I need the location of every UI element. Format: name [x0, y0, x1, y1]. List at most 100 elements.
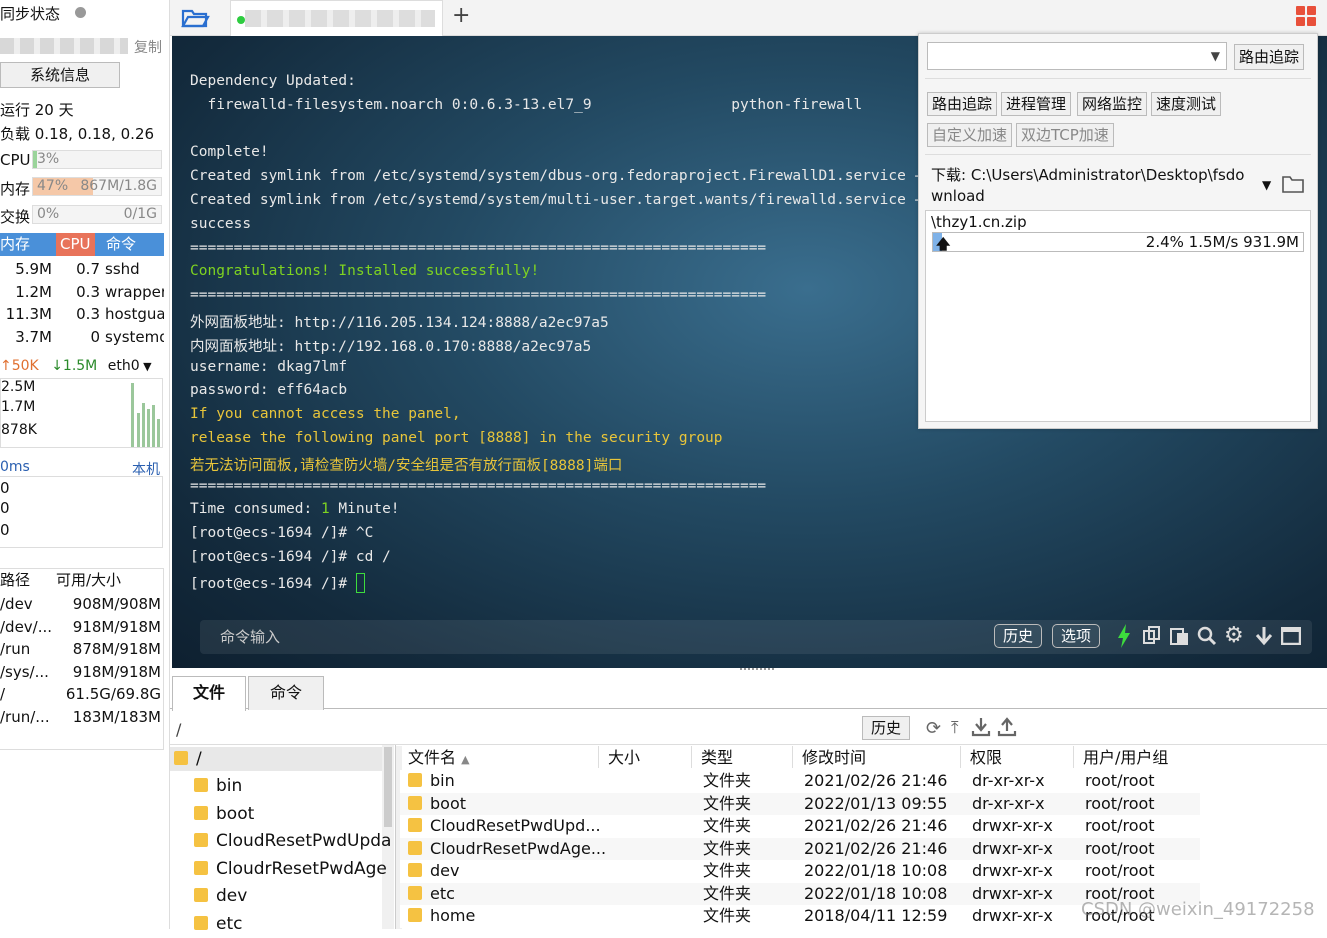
- tree-item[interactable]: etc: [194, 911, 242, 938]
- layout-grid-icon[interactable]: [1296, 6, 1316, 26]
- refresh-icon[interactable]: ⟳: [926, 718, 941, 739]
- tool-network-monitor-button[interactable]: 网络监控: [1077, 92, 1148, 116]
- download-icon[interactable]: [971, 717, 991, 737]
- copy-icon[interactable]: [1142, 626, 1162, 646]
- divider: [170, 708, 1327, 709]
- process-row[interactable]: 1.2M 0.3 wrapper: [0, 281, 164, 303]
- route-trace-go-button[interactable]: 路由追踪: [1234, 44, 1305, 70]
- disk-row[interactable]: / 61.5G/69.8G: [0, 683, 164, 705]
- col-permission[interactable]: 权限: [970, 746, 1002, 770]
- process-row[interactable]: 5.9M 0.7 sshd: [0, 258, 164, 280]
- net-down-value: 1.5M: [62, 358, 98, 374]
- terminal-options-button[interactable]: 选项: [1052, 624, 1101, 648]
- terminal-history-button[interactable]: 历史: [994, 624, 1043, 648]
- disk-size: 908M/908M: [72, 595, 161, 613]
- tool-speed-test-button[interactable]: 速度测试: [1151, 92, 1222, 116]
- copy-link[interactable]: 复制: [134, 37, 162, 57]
- up-dir-icon[interactable]: ⤒: [951, 718, 959, 738]
- file-name: etc: [430, 883, 455, 903]
- trace-target-select[interactable]: ▼: [927, 42, 1227, 70]
- process-cpu: 0.3: [76, 282, 100, 301]
- command-input[interactable]: 命令输入: [220, 626, 280, 647]
- file-row[interactable]: dev 文件夹 2022/01/18 10:08 drwxr-xr-x root/roo…: [400, 860, 1200, 883]
- tab-commands[interactable]: 命令: [248, 676, 324, 710]
- maximize-icon[interactable]: [1280, 626, 1302, 646]
- proc-col-cpu[interactable]: CPU: [56, 233, 95, 256]
- search-icon[interactable]: [1197, 626, 1217, 646]
- file-name-cell: etc: [408, 883, 455, 906]
- terminal-line: [root@ecs-1694 /]#: [190, 572, 365, 593]
- tree-item[interactable]: dev: [194, 883, 247, 910]
- disk-row[interactable]: /run/... 183M/183M: [0, 706, 164, 728]
- folder-icon: [408, 795, 422, 810]
- gear-icon[interactable]: ⚙: [1224, 625, 1246, 647]
- tree-scrollbar-thumb[interactable]: [384, 747, 392, 827]
- col-owner[interactable]: 用户/用户组: [1083, 746, 1168, 770]
- terminal-line: 外网面板地址: http://116.205.134.124:8888/a2ec…: [190, 315, 609, 331]
- tree-root-item[interactable]: /: [170, 747, 382, 771]
- system-info-button[interactable]: 系统信息: [0, 62, 120, 88]
- file-row[interactable]: etc 文件夹 2022/01/18 10:08 drwxr-xr-x root/roo…: [400, 882, 1200, 906]
- process-cmd: hostgua: [105, 305, 164, 323]
- process-row[interactable]: 11.3M 0.3 hostgua: [0, 303, 164, 325]
- disk-size: 878M/918M: [72, 640, 161, 658]
- mem-meter: 47% 867M/1.8G: [32, 177, 162, 196]
- download-arrow-icon[interactable]: [1254, 626, 1274, 646]
- add-tab-button[interactable]: +: [452, 3, 470, 28]
- disk-col-size[interactable]: 可用/大小: [56, 569, 121, 591]
- file-row[interactable]: CloudrResetPwdAge... 文件夹 2021/02/26 21:46 d…: [400, 837, 1200, 860]
- lightning-icon[interactable]: [1116, 624, 1132, 648]
- col-filename[interactable]: 文件名 ▲: [408, 746, 470, 770]
- upload-icon[interactable]: [997, 717, 1017, 737]
- col-modified[interactable]: 修改时间: [802, 746, 866, 770]
- path-input[interactable]: /: [176, 720, 181, 739]
- disk-row[interactable]: /sys/... 918M/918M: [0, 661, 164, 683]
- tree-item[interactable]: CloudResetPwdUpda: [194, 828, 391, 855]
- disk-row[interactable]: /run 878M/918M: [0, 638, 164, 660]
- custom-accel-button[interactable]: 自定义加速: [927, 123, 1013, 147]
- file-row[interactable]: CloudResetPwdUpd... 文件夹 2021/02/26 21:46 dr…: [400, 815, 1200, 838]
- disk-path: /run: [0, 640, 31, 658]
- tool-route-trace-button[interactable]: 路由追踪: [927, 92, 998, 116]
- file-row[interactable]: bin 文件夹 2021/02/26 21:46 dr-xr-xr-x root/roo…: [400, 770, 1200, 793]
- tree-item[interactable]: CloudrResetPwdAge: [194, 856, 387, 883]
- tree-item[interactable]: boot: [194, 801, 254, 828]
- chevron-down-icon[interactable]: ▼: [1262, 178, 1271, 192]
- process-row[interactable]: 3.7M 0 systemd: [0, 326, 164, 348]
- proc-col-cmd[interactable]: 命令: [106, 233, 136, 256]
- col-divider: [792, 746, 793, 768]
- folder-icon[interactable]: [1282, 175, 1304, 193]
- net-iface-select[interactable]: eth0: [108, 358, 140, 374]
- terminal-line: success: [190, 215, 252, 232]
- file-owner: root/root: [1085, 838, 1155, 858]
- chevron-down-icon[interactable]: ▼: [140, 360, 151, 373]
- chevron-down-icon[interactable]: ▼: [1211, 49, 1220, 63]
- tool-process-manager-button[interactable]: 进程管理: [1001, 92, 1072, 116]
- tab-files[interactable]: 文件: [172, 676, 246, 711]
- folder-icon: [408, 885, 422, 900]
- path-history-button[interactable]: 历史: [862, 716, 911, 740]
- disk-path: /dev: [0, 595, 33, 613]
- swap-value: 0%: [37, 206, 60, 222]
- tcp-accel-button[interactable]: 双边TCP加速: [1016, 123, 1114, 147]
- col-type[interactable]: 类型: [701, 746, 733, 770]
- terminal-line: 若无法访问面板,请检查防火墙/安全组是否有放行面板[8888]端口: [190, 457, 623, 474]
- file-type: 文件夹: [703, 906, 752, 925]
- col-size[interactable]: 大小: [608, 746, 640, 770]
- file-row[interactable]: home 文件夹 2018/04/11 12:59 drwxr-xr-x root/ro…: [400, 905, 1200, 928]
- disk-path: /: [0, 685, 6, 703]
- disk-col-path[interactable]: 路径: [0, 569, 30, 591]
- file-row[interactable]: boot 文件夹 2022/01/13 09:55 dr-xr-xr-x root/ro…: [400, 792, 1200, 816]
- cpu-label: CPU: [0, 151, 31, 169]
- disk-row[interactable]: /dev 908M/908M: [0, 593, 164, 615]
- file-mtime: 2022/01/18 10:08: [804, 861, 948, 880]
- tree-item-label: etc: [216, 913, 243, 934]
- disk-row[interactable]: /dev/... 918M/918M: [0, 616, 164, 638]
- tree-item[interactable]: bin: [194, 773, 242, 800]
- file-name-cell: boot: [408, 793, 466, 816]
- session-tab-active[interactable]: [230, 0, 443, 36]
- paste-icon[interactable]: [1170, 626, 1190, 646]
- proc-col-mem[interactable]: 内存: [0, 233, 30, 256]
- uptime-text: 运行 20 天: [0, 101, 74, 119]
- folder-open-icon[interactable]: [180, 6, 210, 30]
